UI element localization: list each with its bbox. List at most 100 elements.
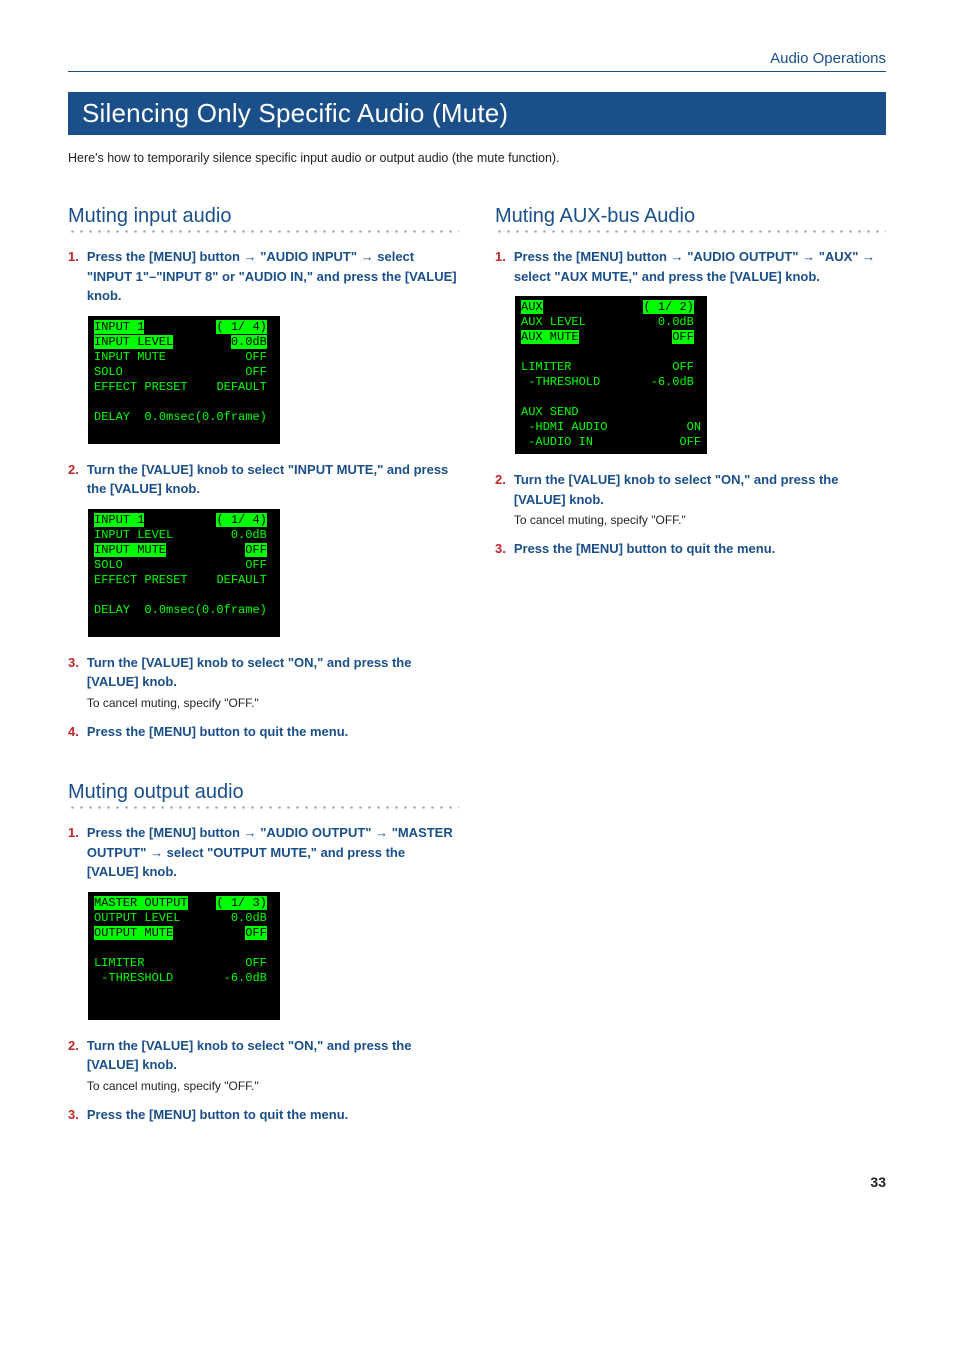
lcd-value: OFF [245, 926, 267, 940]
step-number: 3. [68, 653, 79, 712]
heading-muting-output: Muting output audio [68, 781, 459, 804]
output-step-1: 1. Press the [MENU] button → "AUDIO OUTP… [68, 823, 459, 882]
step-number: 1. [68, 823, 79, 882]
step-number: 3. [495, 539, 506, 559]
lcd-value: 0.0msec(0.0frame) [144, 603, 266, 617]
arrow-icon: → [361, 249, 374, 264]
step-text: Press the [MENU] button to quit the menu… [514, 539, 775, 559]
lcd-value: OFF [245, 365, 267, 379]
lcd-label: AUX LEVEL [521, 315, 586, 329]
step-text: Turn the [VALUE] knob to select "INPUT M… [87, 460, 459, 499]
step-note: To cancel muting, specify "OFF." [87, 1077, 459, 1095]
lcd-value: OFF [672, 330, 694, 344]
divider [495, 230, 886, 233]
lcd-value: -6.0dB [651, 375, 694, 389]
lcd-label: EFFECT PRESET [94, 573, 188, 587]
lcd-title: INPUT 1 [94, 513, 144, 527]
divider [68, 230, 459, 233]
lcd-value: OFF [245, 543, 267, 557]
lcd-value: OFF [672, 360, 694, 374]
step-text: Press the [MENU] button → "AUDIO OUTPUT"… [87, 823, 459, 882]
arrow-icon: → [244, 825, 257, 840]
lcd-label: -THRESHOLD [94, 971, 173, 985]
intro-text: Here's how to temporarily silence specif… [68, 151, 886, 165]
page-title: Silencing Only Specific Audio (Mute) [68, 92, 886, 135]
lcd-pager: ( 1/ 4) [216, 320, 266, 334]
txt: Turn the [VALUE] knob to select "ON," an… [87, 1038, 412, 1073]
output-step-3: 3. Press the [MENU] button to quit the m… [68, 1105, 459, 1125]
output-step-2: 2. Turn the [VALUE] knob to select "ON,"… [68, 1036, 459, 1095]
txt: "AUDIO OUTPUT" [684, 249, 803, 264]
txt: Turn the [VALUE] knob to select "ON," an… [87, 655, 412, 690]
lcd-output: MASTER OUTPUT ( 1/ 3) OUTPUT LEVEL 0.0dB… [88, 892, 280, 1020]
lcd-value: DEFAULT [216, 380, 266, 394]
left-column: Muting input audio 1. Press the [MENU] b… [68, 205, 459, 1134]
page-number: 33 [68, 1174, 886, 1190]
input-step-2: 2. Turn the [VALUE] knob to select "INPU… [68, 460, 459, 499]
lcd-label: SOLO [94, 365, 123, 379]
step-text: Turn the [VALUE] knob to select "ON," an… [87, 653, 459, 712]
step-number: 2. [495, 470, 506, 529]
lcd-label: OUTPUT LEVEL [94, 911, 180, 925]
lcd-value: 0.0dB [658, 315, 694, 329]
lcd-title: AUX [521, 300, 543, 314]
lcd-label: INPUT LEVEL [94, 335, 173, 349]
lcd-label: LIMITER [94, 956, 144, 970]
lcd-value: DEFAULT [216, 573, 266, 587]
aux-step-1: 1. Press the [MENU] button → "AUDIO OUTP… [495, 247, 886, 286]
lcd-aux: AUX ( 1/ 2) AUX LEVEL 0.0dB AUX MUTE OFF… [515, 296, 707, 454]
step-text: Press the [MENU] button → "AUDIO OUTPUT"… [514, 247, 886, 286]
step-text: Turn the [VALUE] knob to select "ON," an… [87, 1036, 459, 1095]
step-number: 4. [68, 722, 79, 742]
step-text: Turn the [VALUE] knob to select "ON," an… [514, 470, 886, 529]
step-number: 1. [495, 247, 506, 286]
lcd-label: EFFECT PRESET [94, 380, 188, 394]
step-number: 1. [68, 247, 79, 306]
lcd-label: INPUT LEVEL [94, 528, 173, 542]
lcd-label: AUX SEND [521, 405, 579, 419]
lcd-value: OFF [245, 956, 267, 970]
lcd-label: LIMITER [521, 360, 571, 374]
aux-step-2: 2. Turn the [VALUE] knob to select "ON,"… [495, 470, 886, 529]
lcd-value: 0.0dB [231, 911, 267, 925]
arrow-icon: → [802, 249, 815, 264]
aux-step-3: 3. Press the [MENU] button to quit the m… [495, 539, 886, 559]
lcd-title: MASTER OUTPUT [94, 896, 188, 910]
lcd-label: DELAY [94, 410, 130, 424]
lcd-label: -HDMI AUDIO [521, 420, 607, 434]
arrow-icon: → [375, 825, 388, 840]
step-note: To cancel muting, specify "OFF." [514, 511, 886, 529]
lcd-input-1: INPUT 1 ( 1/ 4) INPUT LEVEL 0.0dB INPUT … [88, 316, 280, 444]
lcd-pager: ( 1/ 2) [643, 300, 693, 314]
lcd-value: OFF [679, 435, 701, 449]
arrow-icon: → [862, 249, 875, 264]
lcd-value: 0.0msec(0.0frame) [144, 410, 266, 424]
lcd-value: 0.0dB [231, 528, 267, 542]
lcd-input-2: INPUT 1 ( 1/ 4) INPUT LEVEL 0.0dB INPUT … [88, 509, 280, 637]
txt: "AUDIO INPUT" [257, 249, 361, 264]
input-step-1: 1. Press the [MENU] button → "AUDIO INPU… [68, 247, 459, 306]
step-number: 2. [68, 460, 79, 499]
txt: Press the [MENU] button [514, 249, 671, 264]
lcd-label: INPUT MUTE [94, 543, 166, 557]
arrow-icon: → [244, 249, 257, 264]
lcd-label: SOLO [94, 558, 123, 572]
lcd-label: -AUDIO IN [521, 435, 593, 449]
txt: Turn the [VALUE] knob to select "ON," an… [514, 472, 839, 507]
lcd-value: OFF [245, 350, 267, 364]
lcd-label: DELAY [94, 603, 130, 617]
lcd-label: OUTPUT MUTE [94, 926, 173, 940]
lcd-pager: ( 1/ 3) [216, 896, 266, 910]
lcd-label: -THRESHOLD [521, 375, 600, 389]
arrow-icon: → [671, 249, 684, 264]
txt: Press the [MENU] button [87, 825, 244, 840]
input-step-3: 3. Turn the [VALUE] knob to select "ON,"… [68, 653, 459, 712]
divider [68, 806, 459, 809]
lcd-title: INPUT 1 [94, 320, 144, 334]
lcd-value: -6.0dB [224, 971, 267, 985]
lcd-label: AUX MUTE [521, 330, 579, 344]
right-column: Muting AUX-bus Audio 1. Press the [MENU]… [495, 205, 886, 1134]
lcd-label: INPUT MUTE [94, 350, 166, 364]
step-number: 2. [68, 1036, 79, 1095]
txt: "AUX" [815, 249, 862, 264]
